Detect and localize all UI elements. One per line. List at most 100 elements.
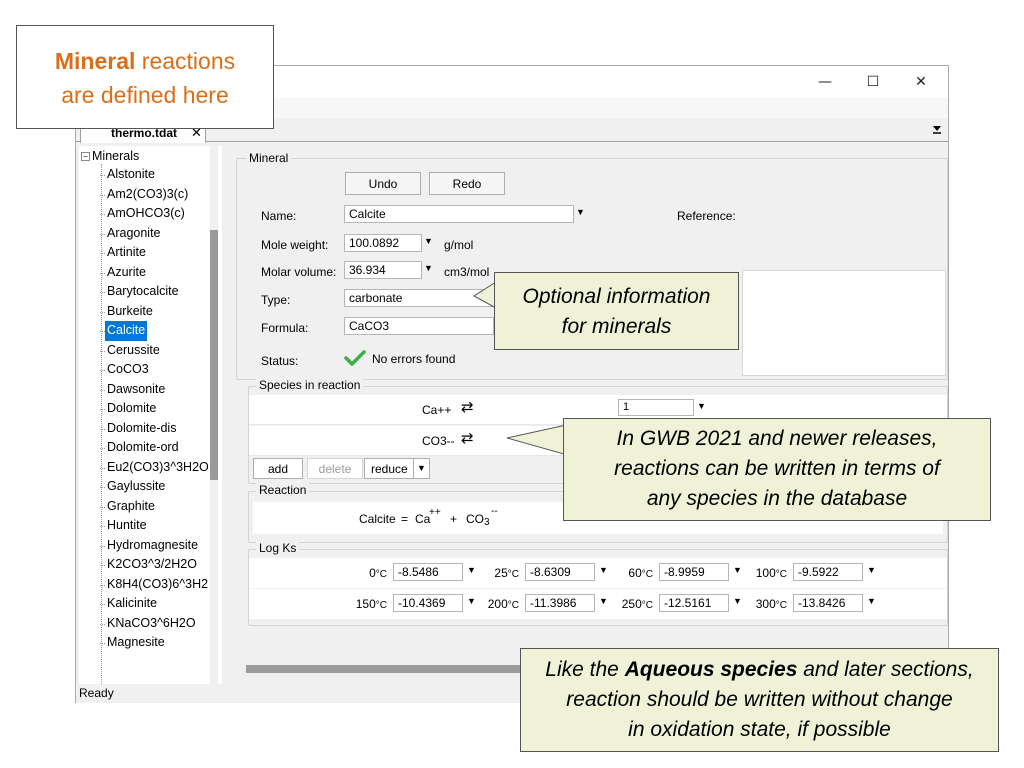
tree-item[interactable]: Kalicinite (99, 594, 159, 614)
reaction-species-1-charge: ++ (429, 507, 441, 518)
species-name: CO3-- (422, 434, 455, 448)
name-field[interactable]: Calcite (344, 205, 574, 223)
name-label: Name: (261, 209, 297, 223)
callout-gwb-line1: In GWB 2021 and newer releases, (616, 427, 938, 450)
logk-field[interactable]: -10.4369 (393, 594, 463, 612)
collapse-icon[interactable]: − (81, 152, 90, 162)
logk-temperature: 250°C (621, 597, 653, 611)
undo-button[interactable]: Undo (345, 172, 421, 195)
tree-item[interactable]: CoCO3 (100, 360, 151, 380)
check-icon (344, 349, 366, 370)
maximize-button[interactable]: ☐ (850, 68, 896, 96)
reduce-dropdown-icon[interactable]: ▼ (413, 459, 429, 478)
tree-item[interactable]: Dolomite (99, 399, 158, 419)
tree-item[interactable]: Am2(CO3)3(c) (99, 185, 190, 205)
tree-item[interactable]: Graphite (100, 497, 157, 517)
logk-dropdown-icon[interactable]: ▼ (467, 596, 476, 606)
minimize-button[interactable]: — (802, 68, 848, 96)
logk-dropdown-icon[interactable]: ▼ (599, 596, 608, 606)
logk-field[interactable]: -11.3986 (525, 594, 595, 612)
reduce-button[interactable]: reduce ▼ (364, 458, 430, 479)
status-label: Status: (261, 354, 299, 368)
logks-row: 0°C -8.5486 ▼ 25°C -8.6309 ▼ 60°C -8.9959 ▼ 100°C… (249, 558, 947, 588)
logk-dropdown-icon[interactable]: ▼ (467, 565, 476, 575)
logk-field[interactable]: -9.5922 (793, 563, 863, 581)
callout-mineral-line2: are defined here (61, 82, 229, 108)
tree-item[interactable]: Aragonite (100, 224, 163, 244)
tree-item[interactable]: Eu2(CO3)3^3H2O (100, 458, 211, 478)
tree-item[interactable]: Alstonite (100, 165, 157, 185)
tree-item[interactable]: Hydromagnesite (99, 536, 200, 556)
callout-aqueous-pre: Like the (545, 658, 625, 681)
formula-field[interactable]: CaCO3 (344, 317, 494, 335)
logk-dropdown-icon[interactable]: ▼ (867, 596, 876, 606)
tree-item[interactable]: Dawsonite (99, 380, 167, 400)
tree-vertical-scrollbar[interactable] (210, 146, 218, 686)
tree-item[interactable]: Artinite (100, 243, 148, 263)
logk-temperature: 100°C (755, 566, 787, 580)
callout-mineral-bold: Mineral (54, 48, 136, 74)
close-button[interactable]: ✕ (898, 68, 944, 96)
callout-optional-info: Optional information for minerals (494, 272, 739, 350)
tree-root-minerals[interactable]: − Minerals (81, 147, 139, 165)
mole-weight-field[interactable]: 100.0892 (344, 234, 422, 252)
tree-item[interactable]: Cerussite (100, 341, 162, 361)
tab-list-dropdown-icon[interactable] (930, 122, 944, 136)
redo-button[interactable]: Redo (429, 172, 505, 195)
reaction-group-label: Reaction (256, 483, 310, 497)
molar-volume-unit: cm3/mol (444, 265, 490, 279)
tree-item[interactable]: Huntite (100, 516, 149, 536)
delete-button[interactable]: delete (307, 458, 363, 479)
swap-icon[interactable]: ⇄ (461, 429, 474, 447)
tree-item[interactable]: AmOHCO3(c) (100, 204, 187, 224)
tree-item[interactable]: Barytocalcite (100, 282, 181, 302)
logk-dropdown-icon[interactable]: ▼ (733, 565, 742, 575)
callout-aqueous-species: Like the Aqueous species and later secti… (520, 648, 999, 752)
molar-volume-dropdown-icon[interactable]: ▼ (424, 263, 433, 273)
logks-group-label: Log Ks (256, 541, 300, 555)
add-button[interactable]: add (253, 458, 303, 479)
logk-dropdown-icon[interactable]: ▼ (733, 596, 742, 606)
reduce-label: reduce (371, 461, 408, 476)
tree-scroll-thumb[interactable] (210, 230, 218, 480)
tree-root-label: Minerals (92, 149, 140, 163)
callout-mineral-reactions: Mineral reactions are defined here (16, 25, 274, 129)
callout-aqueous-bold: Aqueous species (624, 658, 798, 681)
name-dropdown-icon[interactable]: ▼ (576, 207, 585, 217)
logk-field[interactable]: -13.8426 (793, 594, 863, 612)
logk-field[interactable]: -12.5161 (659, 594, 729, 612)
reaction-lhs: Calcite (359, 512, 396, 526)
callout-optional-line1: Optional information (522, 285, 711, 308)
logks-row: 150°C -10.4369 ▼ 200°C -11.3986 ▼ 250°C -12.516… (249, 589, 947, 619)
logk-field[interactable]: -8.6309 (525, 563, 595, 581)
species-group-label: Species in reaction (256, 378, 364, 392)
swap-icon[interactable]: ⇄ (461, 398, 474, 416)
callout-gwb-line3: any species in the database (646, 487, 908, 510)
reaction-species-2-charge: -- (491, 506, 498, 517)
formula-label: Formula: (261, 321, 309, 335)
logk-field[interactable]: -8.9959 (659, 563, 729, 581)
coefficient-field[interactable]: 1 (618, 399, 694, 416)
mineral-tree[interactable]: − Minerals Alstonite Am2(CO3)3(c) AmOHCO3(c… (79, 146, 222, 686)
mole-weight-dropdown-icon[interactable]: ▼ (424, 236, 433, 246)
tree-item[interactable]: Gaylussite (99, 477, 167, 497)
tree-item[interactable]: Magnesite (100, 633, 167, 653)
logk-dropdown-icon[interactable]: ▼ (599, 565, 608, 575)
logk-field[interactable]: -8.5486 (393, 563, 463, 581)
tree-item[interactable]: KNaCO3^6H2O (100, 614, 198, 634)
logk-dropdown-icon[interactable]: ▼ (867, 565, 876, 575)
tree-item[interactable]: Dolomite-dis (99, 419, 178, 439)
reaction-plus: + (450, 512, 458, 526)
mole-weight-unit: g/mol (444, 238, 474, 252)
tree-item[interactable]: Azurite (100, 263, 148, 283)
mineral-group-label: Mineral (246, 151, 292, 165)
molar-volume-field[interactable]: 36.934 (344, 261, 422, 279)
tree-item[interactable]: K8H4(CO3)6^3H2 (99, 575, 210, 595)
tree-item[interactable]: Calcite (99, 321, 148, 341)
tree-item[interactable]: Burkeite (100, 302, 155, 322)
tree-item[interactable]: K2CO3^3/2H2O (100, 555, 199, 575)
reference-field[interactable] (742, 270, 946, 376)
tree-item[interactable]: Dolomite-ord (100, 438, 181, 458)
coefficient-dropdown-icon[interactable]: ▼ (697, 401, 706, 411)
status-value: No errors found (372, 352, 456, 366)
